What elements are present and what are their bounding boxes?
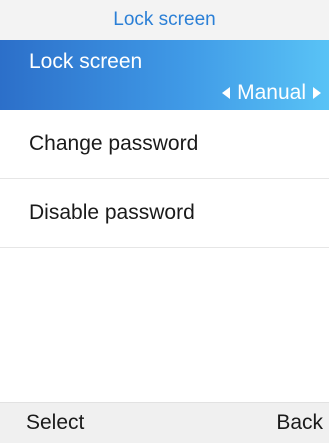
menu-item-lock-screen[interactable]: Lock screen Manual [0, 40, 329, 110]
select-softkey[interactable]: Select [26, 403, 84, 443]
menu-item-label: Change password [29, 132, 199, 155]
back-softkey[interactable]: Back [276, 403, 323, 443]
softkey-bar: Select Back [0, 402, 329, 443]
lock-screen-value: Manual [237, 81, 306, 104]
menu-item-change-password[interactable]: Change password [0, 110, 329, 179]
next-option-icon[interactable] [313, 87, 321, 99]
menu-item-label: Disable password [29, 201, 195, 224]
previous-option-icon[interactable] [222, 87, 231, 99]
page-title: Lock screen [0, 0, 329, 40]
phone-screen: Lock screen Lock screen Manual Change pa… [0, 0, 329, 443]
lock-screen-value-selector[interactable]: Manual [222, 80, 321, 106]
settings-menu: Lock screen Manual Change password Disab… [0, 40, 329, 248]
menu-item-disable-password[interactable]: Disable password [0, 179, 329, 248]
menu-item-label: Lock screen [29, 50, 143, 73]
